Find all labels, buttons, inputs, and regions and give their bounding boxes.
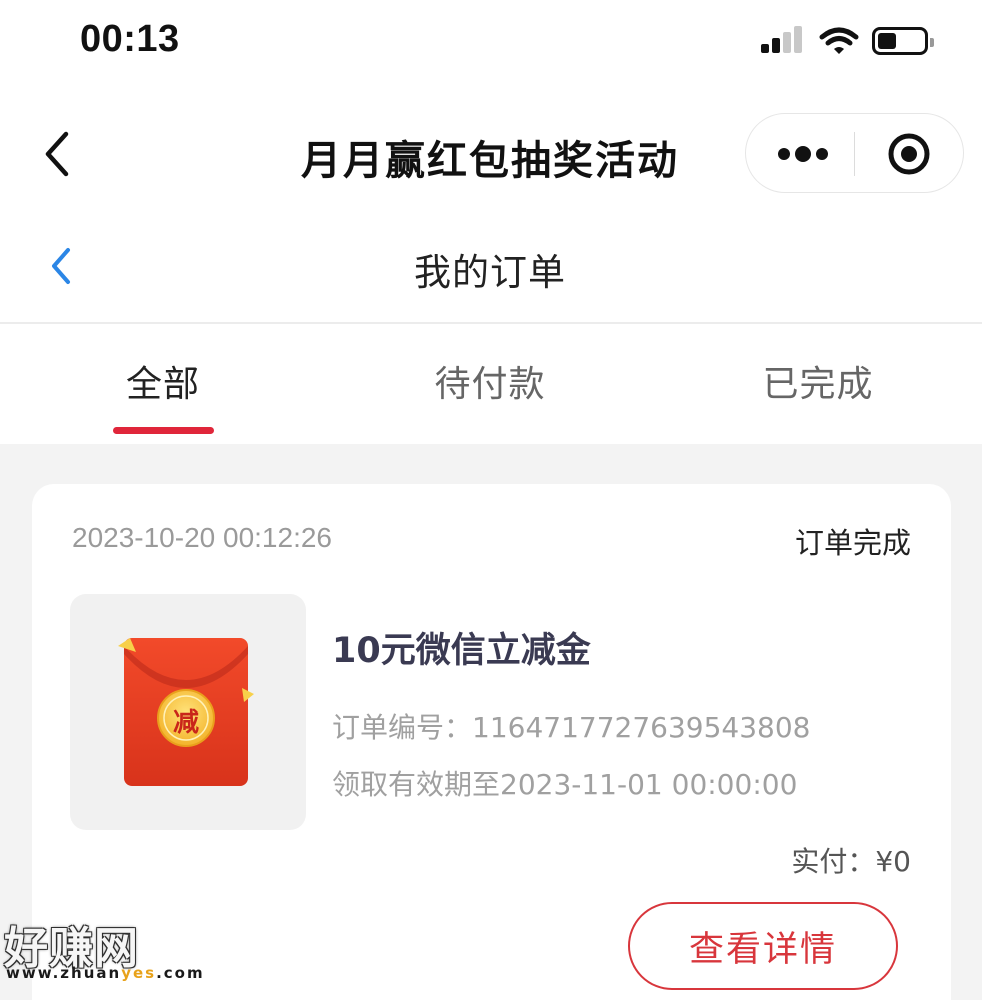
valid-until: 领取有效期至2023-11-01 00:00:00 [332,768,798,801]
thumb-badge-text: 减 [172,708,199,738]
watermark-url: www.zhuanyes.com [6,964,205,982]
tab-all[interactable]: 全部 [63,355,263,407]
view-details-button[interactable]: 查看详情 [628,902,898,990]
mini-program-title: 月月赢红包抽奖活动 [301,138,679,184]
battery-icon [872,27,934,55]
header-divider [0,322,982,324]
back-chevron-icon[interactable] [38,128,78,180]
close-target-icon[interactable] [887,132,931,176]
order-status: 订单完成 [794,526,911,560]
more-dots-icon[interactable] [776,138,830,170]
product-name: 10元微信立减金 [332,631,591,671]
tab-pending-payment[interactable]: 待付款 [390,355,590,407]
signal-icon [761,26,802,53]
product-thumbnail: 减 [70,594,306,830]
order-number: 订单编号：1164717727639543808 [332,711,811,744]
wifi-icon [819,27,859,54]
capsule-divider [854,132,855,176]
status-time: 00:13 [80,18,180,60]
watermark: 好赚网 www.zhuanyes.com [0,912,203,992]
page-title: 我的订单 [414,251,566,294]
active-tab-indicator [113,427,214,434]
tab-completed[interactable]: 已完成 [718,355,918,407]
page-back-icon[interactable] [48,246,74,286]
capsule-menu [745,113,964,193]
order-time: 2023-10-20 00:12:26 [72,522,332,553]
paid-amount: 实付：¥0 [791,845,911,878]
